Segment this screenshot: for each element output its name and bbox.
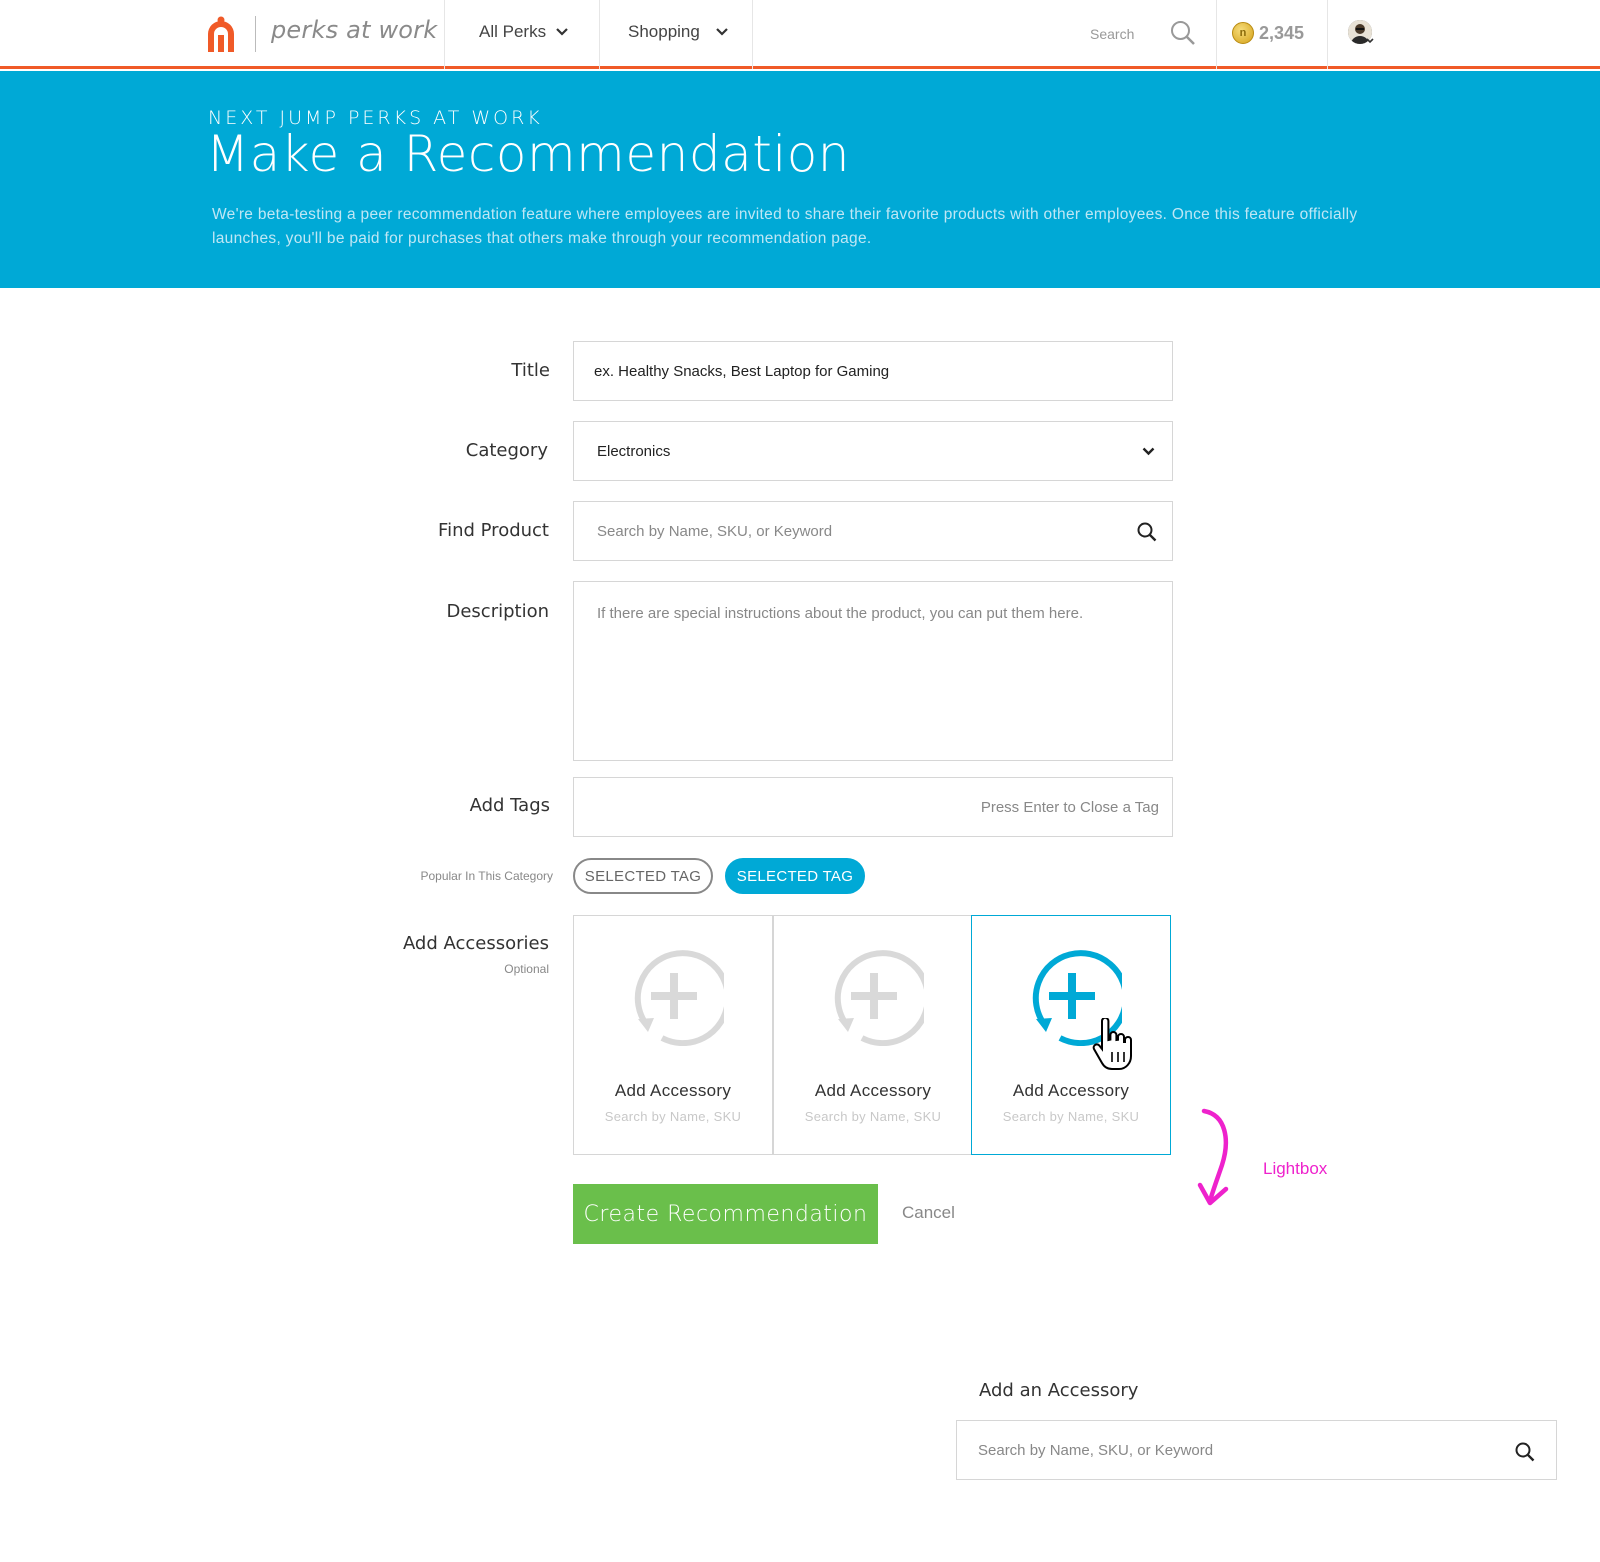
nav-shopping-label: Shopping	[628, 22, 700, 41]
page-title: Make a Recommendation	[206, 125, 850, 183]
lightbox-search-placeholder: Search by Name, SKU, or Keyword	[978, 1442, 1214, 1459]
title-input-value: ex. Healthy Snacks, Best Laptop for Gami…	[594, 363, 890, 380]
title-input[interactable]: ex. Healthy Snacks, Best Laptop for Gami…	[573, 341, 1173, 401]
top-search-label[interactable]: Search	[1090, 26, 1134, 42]
category-select[interactable]: Electronics	[573, 421, 1173, 481]
tag-chip[interactable]: SELECTED TAG	[573, 858, 713, 894]
accessory-title: Add Accessory	[814, 1081, 932, 1100]
add-accessory-card[interactable]: Add Accessory Search by Name, SKU	[573, 915, 773, 1155]
hero-description: We're beta-testing a peer recommendation…	[212, 206, 1358, 247]
chevron-down-icon	[1142, 447, 1155, 456]
search-icon[interactable]	[1515, 1442, 1535, 1462]
nav-all-perks-label: All Perks	[479, 22, 547, 41]
chevron-down-icon	[556, 28, 568, 36]
add-accessory-card-active[interactable]: Add Accessory Search by Name, SKU	[971, 915, 1171, 1155]
accessory-subtitle: Search by Name, SKU	[804, 1109, 942, 1124]
tags-label: Add Tags	[469, 795, 550, 816]
coin-icon: n	[1232, 22, 1254, 44]
popular-tags-label: Popular In This Category	[420, 869, 553, 883]
perks-logo-icon[interactable]	[205, 16, 237, 54]
title-label: Title	[511, 360, 550, 381]
accessory-title: Add Accessory	[614, 1081, 732, 1100]
cancel-button[interactable]: Cancel	[902, 1203, 955, 1223]
top-nav: perks at work All Perks Shopping Search …	[0, 0, 1600, 69]
nav-divider	[1327, 0, 1328, 69]
chevron-down-icon	[716, 28, 728, 36]
points-balance[interactable]: 2,345	[1259, 23, 1304, 44]
annotation-arrow-icon	[1197, 1108, 1229, 1206]
find-product-input[interactable]: Search by Name, SKU, or Keyword	[573, 501, 1173, 561]
accessory-title: Add Accessory	[1012, 1081, 1130, 1100]
nav-shopping[interactable]: Shopping	[628, 22, 728, 42]
find-product-placeholder: Search by Name, SKU, or Keyword	[597, 523, 833, 540]
nav-all-perks[interactable]: All Perks	[479, 22, 568, 42]
create-recommendation-button[interactable]: Create Recommendation	[573, 1184, 878, 1244]
logo-divider	[255, 16, 256, 52]
nav-divider	[444, 0, 445, 69]
add-circle-icon	[834, 950, 924, 1046]
nav-divider	[1216, 0, 1217, 69]
lightbox-title: Add an Accessory	[979, 1380, 1139, 1401]
accessory-subtitle: Search by Name, SKU	[1002, 1109, 1140, 1124]
add-circle-icon	[634, 950, 724, 1046]
tags-hint: Press Enter to Close a Tag	[980, 799, 1159, 816]
search-icon[interactable]	[1137, 522, 1157, 542]
tag-chip-selected[interactable]: SELECTED TAG	[725, 858, 865, 894]
find-product-label: Find Product	[438, 520, 549, 541]
add-accessory-card[interactable]: Add Accessory Search by Name, SKU	[773, 915, 973, 1155]
lightbox-search-input[interactable]: Search by Name, SKU, or Keyword	[956, 1420, 1557, 1480]
hand-pointer-icon	[1092, 1018, 1132, 1070]
annotation-label: Lightbox	[1263, 1159, 1328, 1178]
brand-name[interactable]: perks at work	[271, 16, 437, 44]
accessories-label: Add Accessories	[402, 933, 549, 954]
nav-divider	[752, 0, 753, 69]
description-placeholder: If there are special instructions about …	[597, 605, 1084, 622]
hero-banner: NEXT JUMP PERKS AT WORK Make a Recommend…	[0, 71, 1600, 288]
category-select-value: Electronics	[597, 443, 671, 460]
nav-divider	[599, 0, 600, 69]
chevron-down-icon[interactable]	[1366, 38, 1374, 44]
search-icon[interactable]	[1170, 20, 1196, 46]
description-textarea[interactable]: If there are special instructions about …	[573, 581, 1173, 761]
tags-input[interactable]: Press Enter to Close a Tag	[573, 777, 1173, 837]
description-label: Description	[446, 601, 549, 622]
category-label: Category	[465, 440, 548, 461]
accessories-optional: Optional	[504, 962, 549, 976]
accessory-subtitle: Search by Name, SKU	[604, 1109, 742, 1124]
